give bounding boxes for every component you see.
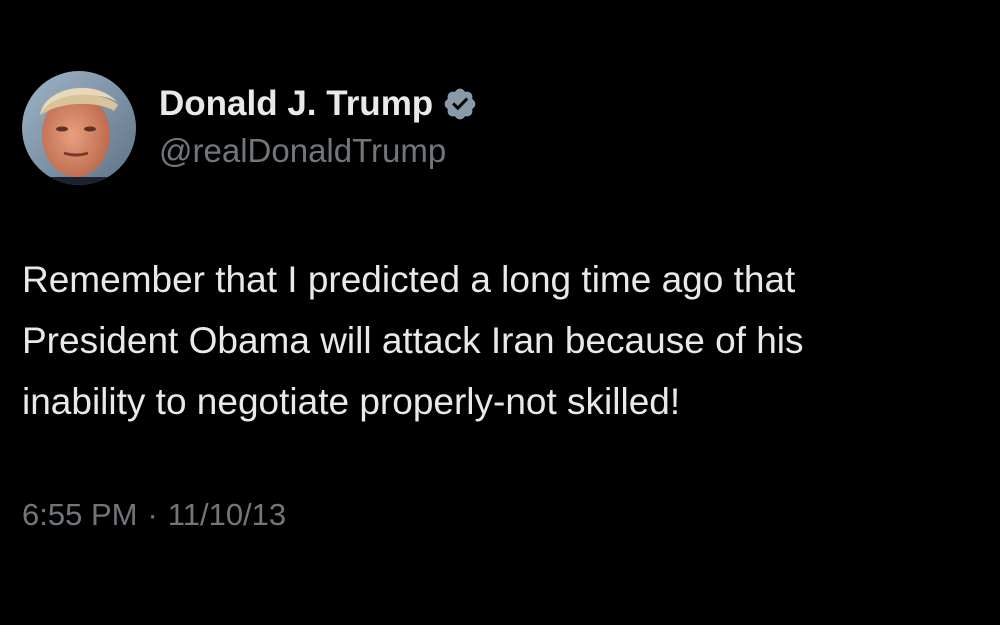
tweet-header: Donald J. Trump @realDonaldTrump — [22, 70, 478, 186]
user-handle[interactable]: @realDonaldTrump — [159, 128, 478, 174]
display-name[interactable]: Donald J. Trump — [159, 82, 433, 126]
tweet-time: 6:55 PM — [22, 497, 138, 532]
tweet-text: Remember that I predicted a long time ag… — [22, 259, 804, 422]
profile-photo-icon — [22, 71, 136, 185]
timestamp-separator: · — [147, 497, 158, 532]
author-names: Donald J. Trump @realDonaldTrump — [159, 82, 478, 174]
name-row: Donald J. Trump — [159, 82, 478, 126]
avatar[interactable] — [22, 71, 136, 185]
tweet-date: 11/10/13 — [167, 497, 287, 532]
tweet-card: Donald J. Trump @realDonaldTrump Remembe… — [0, 0, 1000, 625]
verified-badge-icon — [442, 86, 478, 122]
tweet-timestamp[interactable]: 6:55 PM · 11/10/13 — [22, 493, 286, 537]
